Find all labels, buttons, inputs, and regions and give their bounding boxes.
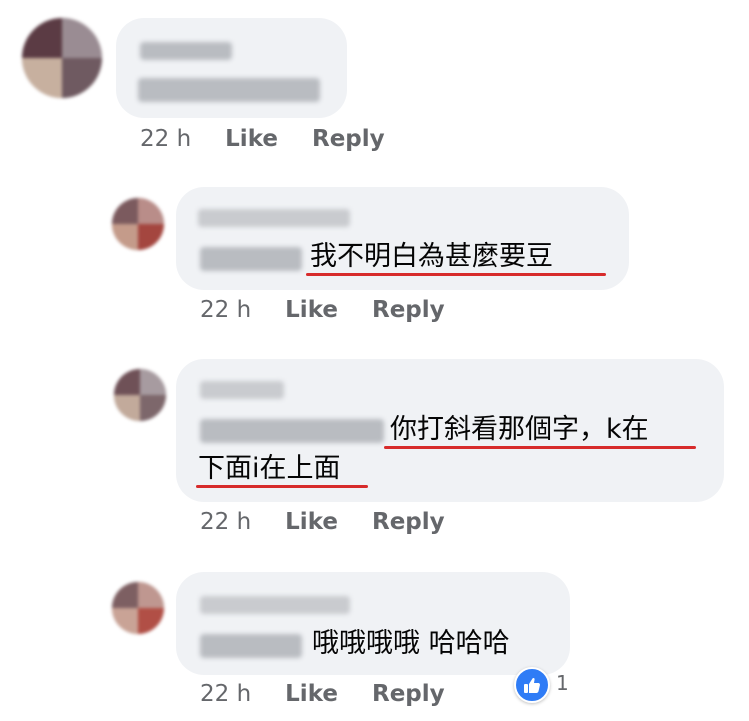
comment-text-line-2: 下面i在上面 — [198, 453, 341, 484]
reply-button[interactable]: Reply — [312, 126, 385, 152]
mention-blurred[interactable] — [200, 419, 384, 443]
author-name-blurred[interactable] — [200, 381, 284, 399]
timestamp[interactable]: 22 h — [200, 509, 251, 535]
reaction-count: 1 — [556, 671, 569, 695]
reply-button[interactable]: Reply — [372, 509, 445, 535]
like-button[interactable]: Like — [225, 126, 278, 152]
comment-text-line-1: 你打斜看那個字，k在 — [390, 414, 649, 445]
comment-bubble: 你打斜看那個字，k在 下面i在上面 — [176, 359, 724, 502]
comment-text: 哦哦哦哦 哈哈哈 — [312, 628, 510, 659]
mention-blurred[interactable] — [200, 247, 302, 271]
author-name-blurred[interactable] — [200, 596, 350, 614]
red-underline — [384, 446, 696, 449]
red-underline — [196, 485, 368, 488]
reply-button[interactable]: Reply — [372, 297, 445, 323]
timestamp[interactable]: 22 h — [200, 297, 251, 323]
comment-actions: 22 h Like Reply — [200, 297, 445, 323]
timestamp[interactable]: 22 h — [140, 126, 191, 152]
comment-text-blurred — [138, 78, 320, 102]
reaction-summary[interactable]: 1 — [514, 667, 574, 703]
comment-actions: 22 h Like Reply — [200, 681, 445, 707]
comment-actions: 22 h Like Reply — [200, 509, 445, 535]
reply-button[interactable]: Reply — [372, 681, 445, 707]
red-underline — [306, 273, 606, 276]
comment-bubble: 我不明白為甚麼要豆 — [176, 187, 629, 290]
author-name-blurred[interactable] — [198, 209, 350, 227]
timestamp[interactable]: 22 h — [200, 681, 251, 707]
comment-bubble: 哦哦哦哦 哈哈哈 — [176, 572, 570, 675]
mention-blurred[interactable] — [200, 634, 302, 658]
avatar[interactable] — [114, 369, 166, 421]
comment-actions: 22 h Like Reply — [140, 126, 385, 152]
avatar[interactable] — [112, 582, 164, 634]
like-button[interactable]: Like — [285, 681, 338, 707]
comment-bubble — [116, 18, 347, 118]
thumbs-up-icon — [514, 667, 550, 703]
like-button[interactable]: Like — [285, 297, 338, 323]
avatar[interactable] — [112, 198, 164, 250]
author-name-blurred[interactable] — [140, 42, 232, 60]
comment-text: 我不明白為甚麼要豆 — [310, 241, 553, 272]
like-button[interactable]: Like — [285, 509, 338, 535]
avatar[interactable] — [22, 18, 102, 98]
